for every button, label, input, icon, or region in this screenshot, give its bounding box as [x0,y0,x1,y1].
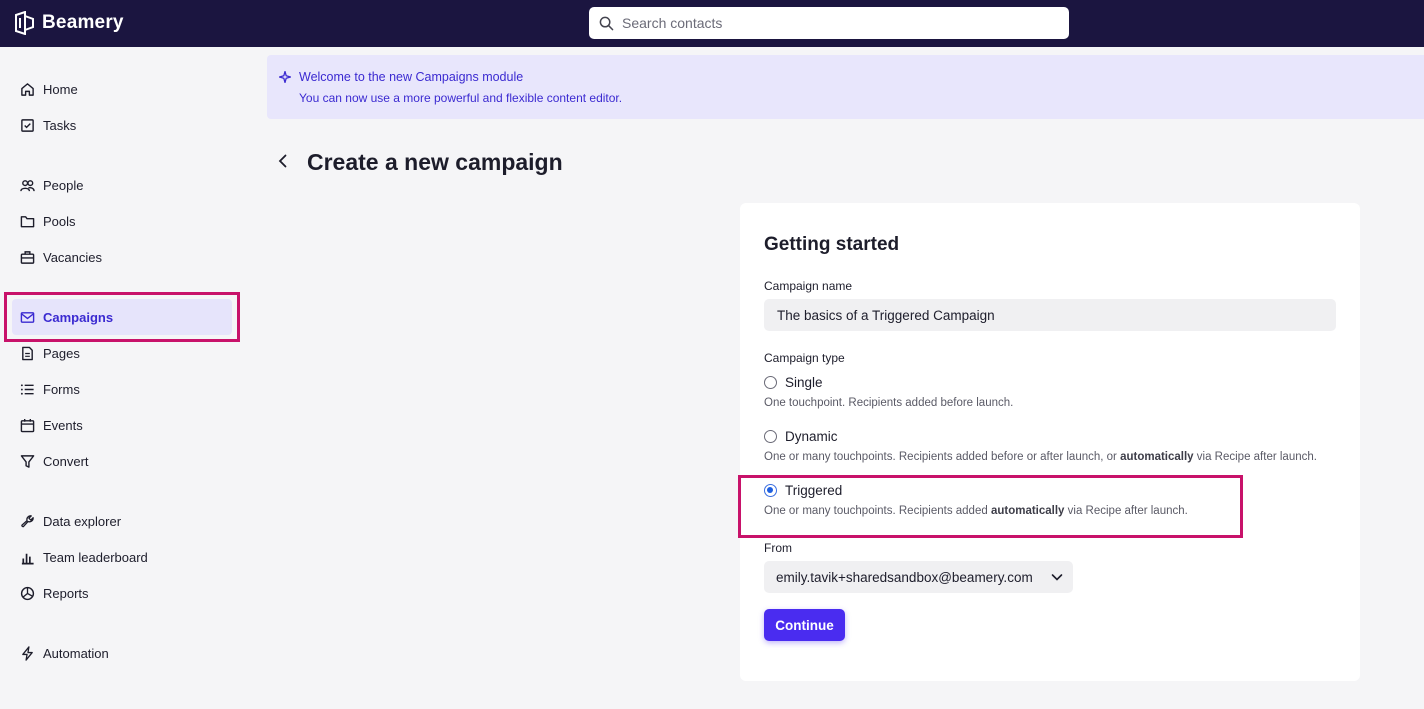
tasks-icon [21,118,34,132]
continue-button[interactable]: Continue [764,609,845,641]
sparkle-icon [279,71,291,83]
card-title: Getting started [764,234,900,255]
sidebar-item-reports[interactable]: Reports [12,575,232,611]
home-icon [21,82,34,96]
sidebar-item-label: Team leaderboard [43,549,148,565]
sidebar-item-convert[interactable]: Convert [12,443,232,479]
sidebar-item-label: Reports [43,585,89,601]
search-icon [599,16,614,30]
sidebar-item-label: Home [43,81,78,97]
sidebar-item-label: Convert [43,453,89,469]
sidebar-item-forms[interactable]: Forms [12,371,232,407]
radio-label: Single [785,375,823,390]
campaigns-highlight-box [4,292,240,342]
search-bar[interactable] [589,7,1069,39]
sidebar-item-label: Vacancies [43,249,103,265]
bar-chart-icon [21,553,34,564]
sidebar-item-pools[interactable]: Pools [12,203,232,239]
folder-icon [20,215,35,227]
getting-started-card: Getting started Campaign name Campaign t… [740,203,1360,681]
from-label: From [764,541,792,555]
calendar-icon [20,418,35,432]
campaign-name-input[interactable] [764,299,1336,331]
brand-name: Beamery [42,12,124,33]
campaign-name-label: Campaign name [764,279,853,293]
search-input[interactable] [622,15,1042,31]
from-select-value: emily.tavik+sharedsandbox@beamery.com [776,569,1033,585]
single-description: One touchpoint. Recipients added before … [764,397,1014,409]
sidebar-item-events[interactable]: Events [12,407,232,443]
radio-dynamic[interactable]: Dynamic [764,429,838,444]
sidebar-item-home[interactable]: Home [12,71,232,107]
sidebar-item-label: Events [43,417,83,433]
sidebar-item-label: Pages [43,345,80,361]
chevron-left-icon [278,154,287,168]
sidebar-item-people[interactable]: People [12,167,232,203]
sidebar-item-label: Pools [43,213,76,229]
sidebar-item-label: Data explorer [43,513,122,529]
page-icon [22,346,33,360]
beamery-logo-icon [15,11,34,35]
sidebar-item-automation[interactable]: Automation [12,635,232,671]
campaign-type-label: Campaign type [764,351,845,365]
beamery-logo[interactable]: Beamery [14,11,124,35]
sidebar-item-label: Automation [43,645,109,661]
radio-button[interactable] [764,376,777,389]
dynamic-description: One or many touchpoints. Recipients adde… [764,451,1317,463]
chevron-down-icon [1051,574,1063,581]
wrench-icon [21,514,34,527]
sidebar-item-label: Tasks [43,117,77,133]
pie-chart-icon [20,586,35,600]
people-icon [20,179,35,191]
welcome-banner: Welcome to the new Campaigns module You … [267,55,1424,119]
sidebar-item-label: People [43,177,84,193]
back-button[interactable] [272,150,294,172]
banner-text: You can now use a more powerful and flex… [299,91,623,105]
sidebar-item-vacancies[interactable]: Vacancies [12,239,232,275]
page-title: Create a new campaign [307,149,563,175]
lightning-icon [22,645,33,661]
sidebar: Home Tasks People Pools Vacancies Campai… [0,47,250,709]
sidebar-item-team-leaderboard[interactable]: Team leaderboard [12,539,232,575]
list-icon [20,383,34,395]
radio-single[interactable]: Single [764,375,823,390]
triggered-highlight-box [738,475,1243,538]
from-select[interactable]: emily.tavik+sharedsandbox@beamery.com [764,561,1073,593]
sidebar-item-label: Forms [43,381,80,397]
sidebar-item-data-explorer[interactable]: Data explorer [12,503,232,539]
banner-title: Welcome to the new Campaigns module [299,70,524,84]
radio-button[interactable] [764,430,777,443]
radio-label: Dynamic [785,429,838,444]
sidebar-item-tasks[interactable]: Tasks [12,107,232,143]
filter-icon [20,454,35,468]
briefcase-icon [20,250,35,264]
top-bar: Beamery [0,0,1424,47]
